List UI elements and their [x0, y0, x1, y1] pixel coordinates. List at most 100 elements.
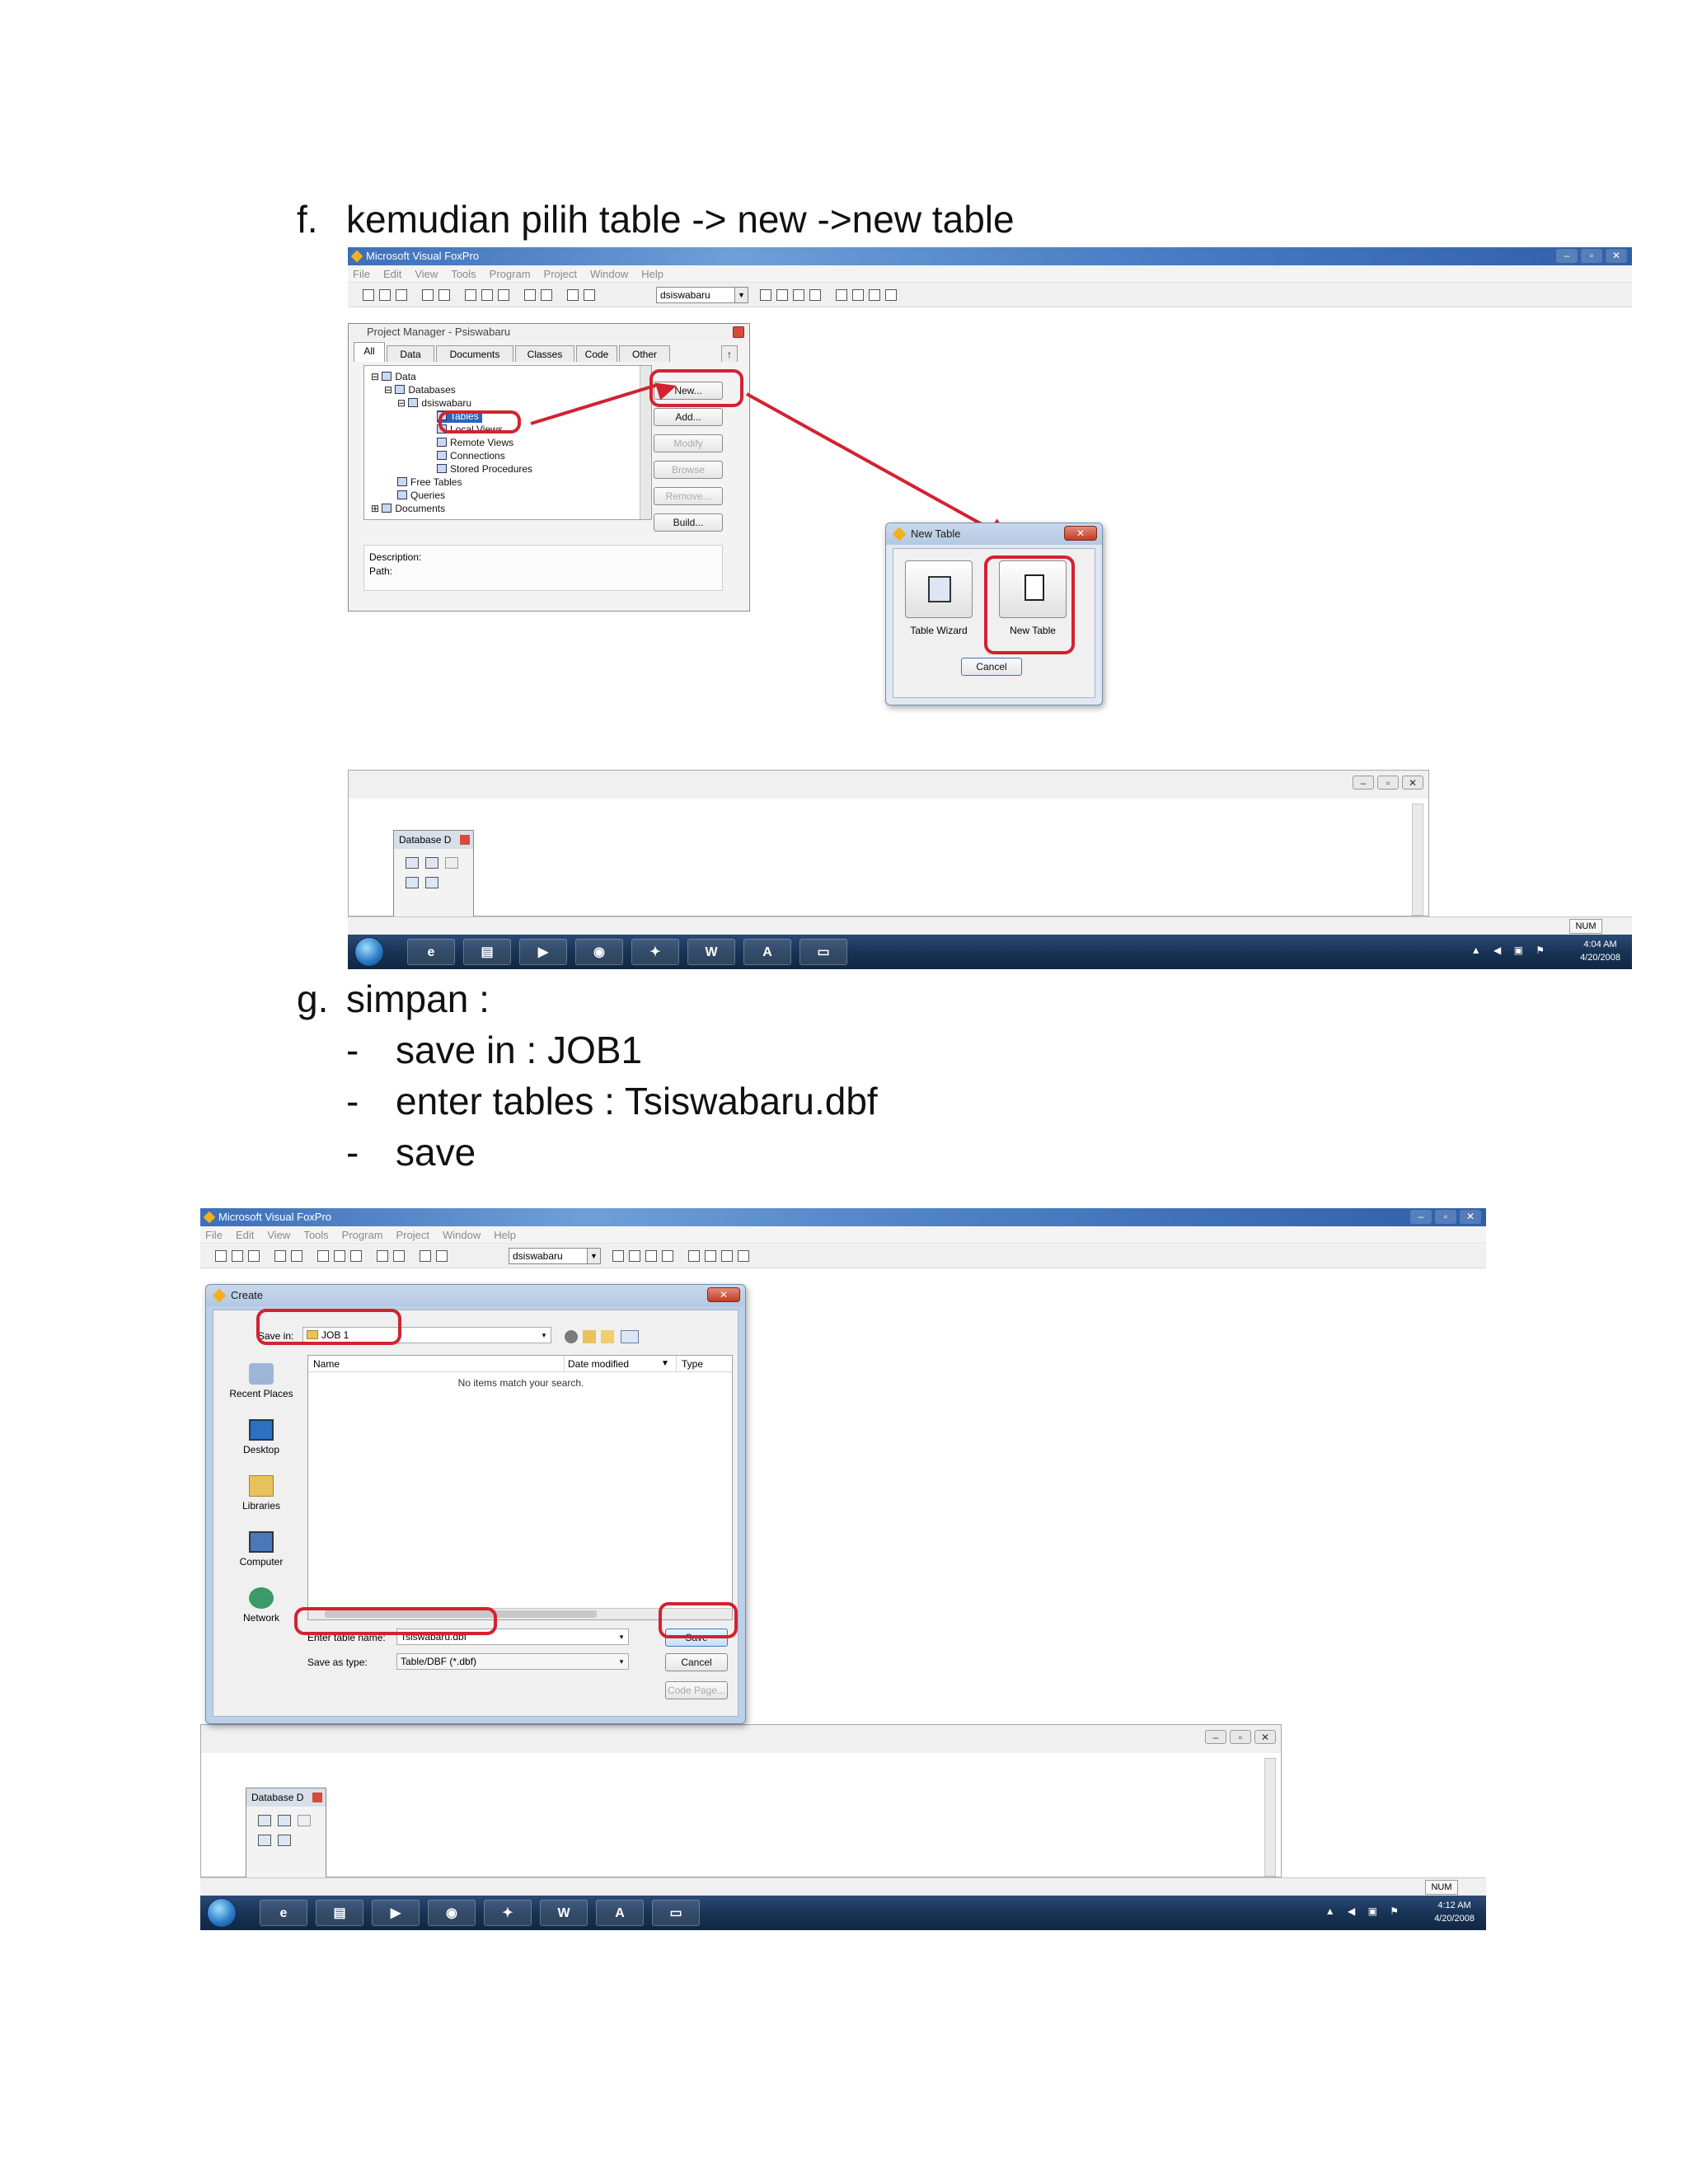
tree-item-stored-procedures[interactable]: Stored Procedures [437, 463, 532, 476]
db-new-table-icon[interactable] [406, 857, 419, 869]
code-window-icon-2[interactable] [662, 1250, 673, 1262]
paste-icon-2[interactable] [350, 1250, 362, 1262]
copy-icon[interactable] [481, 289, 493, 301]
media-player-icon-2[interactable]: ▶ [372, 1900, 420, 1926]
modify-form-icon-2[interactable] [436, 1250, 448, 1262]
word-icon-2[interactable]: W [540, 1900, 588, 1926]
db-remove-icon[interactable] [445, 857, 458, 869]
wizards-icon-2[interactable] [688, 1250, 700, 1262]
place-computer[interactable]: Computer [217, 1531, 306, 1568]
db-new-view-icon[interactable] [406, 877, 419, 888]
chevron-down-icon-2[interactable]: ▼ [587, 1249, 600, 1263]
ie-icon-2[interactable]: e [260, 1900, 307, 1926]
data-session-icon[interactable] [776, 289, 788, 301]
word-icon[interactable]: W [687, 939, 735, 965]
print-icon[interactable] [422, 289, 434, 301]
build-button[interactable]: Build... [654, 513, 723, 532]
tree-item-queries[interactable]: Queries [397, 490, 445, 502]
modify-button[interactable]: Modify [654, 434, 723, 452]
db2-close-icon[interactable] [312, 1793, 322, 1802]
report-designer-icon[interactable] [869, 289, 880, 301]
modify-form-icon[interactable] [584, 289, 595, 301]
project-manager-close-icon[interactable] [733, 326, 744, 338]
ws2-scrollbar[interactable] [1264, 1758, 1276, 1877]
place-recent[interactable]: Recent Places [217, 1363, 306, 1399]
ws-close-icon[interactable]: ✕ [1402, 776, 1423, 790]
remote-desktop-icon[interactable]: ▭ [799, 939, 847, 965]
code-window-icon[interactable] [809, 289, 821, 301]
preview-icon-2[interactable] [291, 1250, 302, 1262]
foxpro-taskbar-icon-2[interactable]: ✦ [484, 1900, 532, 1926]
wizards-icon[interactable] [836, 289, 847, 301]
save-icon-2[interactable] [248, 1250, 260, 1262]
new-file-icon-2[interactable] [215, 1250, 227, 1262]
tab-data[interactable]: Data [387, 345, 434, 362]
code-page-button[interactable]: Code Page... [665, 1681, 728, 1699]
db-modify-icon[interactable] [425, 877, 438, 888]
tree-item-remote-views[interactable]: Remote Views [437, 437, 513, 449]
db2-modify-icon[interactable] [278, 1835, 291, 1846]
menu-program[interactable]: Program [490, 268, 531, 280]
ws-minimize-icon[interactable]: – [1353, 776, 1374, 790]
properties-icon[interactable] [793, 289, 804, 301]
preview-icon[interactable] [438, 289, 450, 301]
place-network[interactable]: Network [217, 1587, 306, 1624]
command-window-icon-2[interactable] [612, 1250, 624, 1262]
properties-icon-2[interactable] [645, 1250, 657, 1262]
menu-tools[interactable]: Tools [451, 268, 476, 280]
menu-help[interactable]: Help [641, 268, 663, 280]
copy-icon-2[interactable] [334, 1250, 345, 1262]
db-add-table-icon[interactable] [425, 857, 438, 869]
db-close-icon[interactable] [460, 835, 470, 845]
ws-scrollbar[interactable] [1412, 804, 1423, 916]
command-window-icon[interactable] [760, 289, 771, 301]
menu-program-2[interactable]: Program [342, 1229, 383, 1241]
menu-edit-2[interactable]: Edit [236, 1229, 254, 1241]
restore-icon[interactable]: ▫ [1581, 249, 1602, 263]
tree-item-free-tables[interactable]: Free Tables [397, 476, 462, 489]
tree-item-dsiswabaru[interactable]: ⊟ dsiswabaru [397, 397, 471, 410]
tab-documents[interactable]: Documents [436, 345, 513, 362]
close-icon[interactable]: ✕ [1606, 249, 1627, 263]
print-icon-2[interactable] [274, 1250, 286, 1262]
up-folder-icon[interactable] [583, 1330, 596, 1343]
back-nav-icon[interactable] [565, 1330, 578, 1343]
menu-view[interactable]: View [415, 268, 438, 280]
tree-item-documents[interactable]: ⊞ Documents [371, 503, 445, 515]
open-icon-2[interactable] [232, 1250, 243, 1262]
tab-classes[interactable]: Classes [515, 345, 574, 362]
new-folder-icon[interactable] [601, 1330, 614, 1343]
tab-all[interactable]: All [354, 342, 385, 362]
ws-restore-icon[interactable]: ▫ [1377, 776, 1399, 790]
cancel-button-2[interactable]: Cancel [665, 1653, 728, 1671]
col-date-chevron-icon[interactable]: ▼ [661, 1356, 669, 1372]
collapse-arrow-icon[interactable]: ↑ [721, 345, 738, 362]
start-button-icon-2[interactable] [207, 1898, 237, 1928]
menu-help-2[interactable]: Help [494, 1229, 516, 1241]
db2-new-table-icon[interactable] [258, 1815, 271, 1826]
run-icon[interactable] [567, 289, 579, 301]
firefox-icon-2[interactable]: ◉ [428, 1900, 476, 1926]
db2-new-view-icon[interactable] [258, 1835, 271, 1846]
col-name-header[interactable]: Name [313, 1356, 340, 1372]
media-player-icon[interactable]: ▶ [519, 939, 567, 965]
ws2-minimize-icon[interactable]: – [1205, 1730, 1226, 1744]
taskbar-clock[interactable]: 4:04 AM 4/20/2008 [1580, 938, 1620, 964]
close-icon-2[interactable]: ✕ [1460, 1210, 1481, 1224]
tree-item-connections[interactable]: Connections [437, 450, 505, 462]
col-type-header[interactable]: Type [676, 1356, 703, 1372]
foxpro-taskbar-icon[interactable]: ✦ [631, 939, 679, 965]
db2-add-table-icon[interactable] [278, 1815, 291, 1826]
save-icon[interactable] [396, 289, 407, 301]
menu-view-2[interactable]: View [267, 1229, 290, 1241]
undo-icon[interactable] [524, 289, 536, 301]
add-button[interactable]: Add... [654, 408, 723, 426]
create-dialog-close-icon[interactable]: ✕ [707, 1287, 740, 1302]
tab-other[interactable]: Other [619, 345, 670, 362]
place-libraries[interactable]: Libraries [217, 1475, 306, 1511]
data-session-icon-2[interactable] [629, 1250, 640, 1262]
ws2-restore-icon[interactable]: ▫ [1230, 1730, 1251, 1744]
system-tray-icons-2[interactable]: ▲ ◀ ▣ ⚑ [1325, 1905, 1404, 1917]
db2-remove-icon[interactable] [298, 1815, 311, 1826]
menu-window[interactable]: Window [590, 268, 628, 280]
